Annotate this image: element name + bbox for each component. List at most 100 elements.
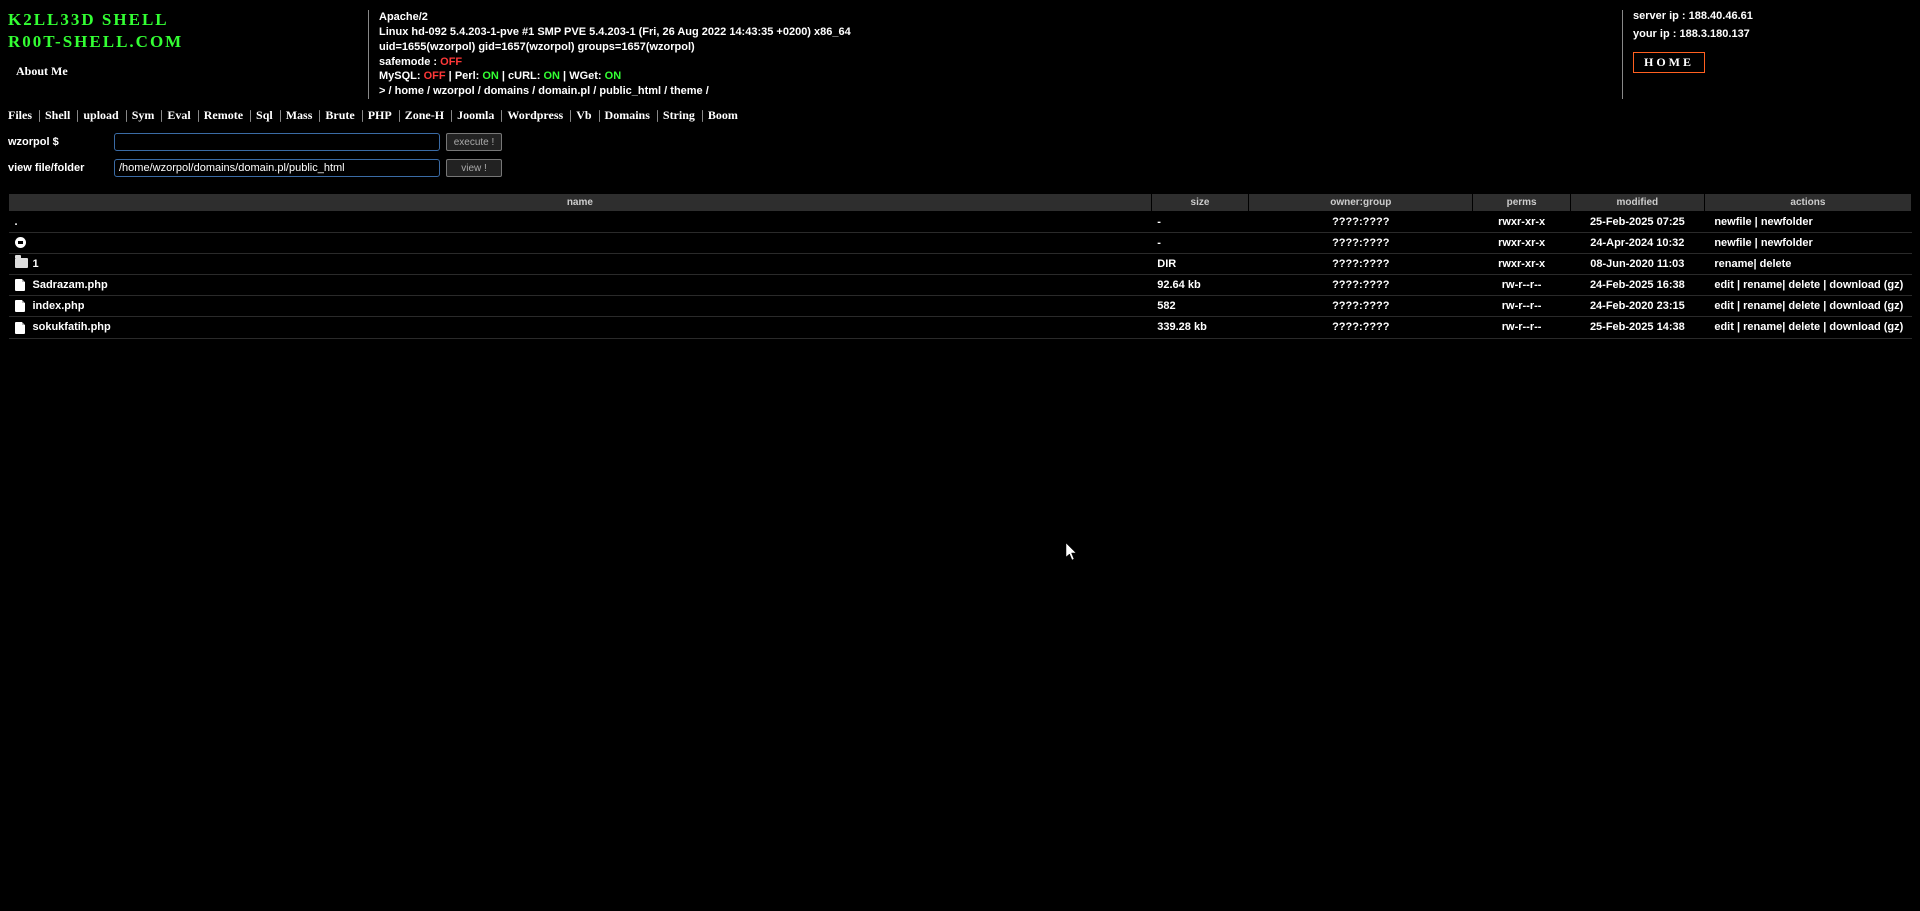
- file-perms: rw-r--r--: [1473, 296, 1570, 317]
- file-owner: ????:????: [1249, 275, 1473, 296]
- cmd-prompt-label: wzorpol $: [8, 136, 114, 148]
- path-segment[interactable]: wzorpol: [433, 85, 475, 97]
- about-me-link[interactable]: About Me: [16, 64, 368, 79]
- action-download--gz-[interactable]: download (gz): [1829, 321, 1903, 333]
- file-perms: rwxr-xr-x: [1473, 254, 1570, 275]
- action-edit[interactable]: edit: [1714, 279, 1734, 291]
- menu-item-upload[interactable]: upload: [83, 108, 118, 122]
- view-button[interactable]: view !: [446, 159, 502, 177]
- menu-separator: [501, 110, 502, 122]
- action-rename[interactable]: rename: [1743, 279, 1782, 291]
- col-header-size: size: [1151, 194, 1248, 212]
- menu-item-php[interactable]: PHP: [368, 108, 392, 122]
- os-info: Linux hd-092 5.4.203-1-pve #1 SMP PVE 5.…: [379, 25, 1622, 40]
- menu-item-zone-h[interactable]: Zone-H: [405, 108, 444, 122]
- path-segment[interactable]: domain.pl: [538, 85, 590, 97]
- file-owner: ????:????: [1249, 296, 1473, 317]
- cmd-input[interactable]: [114, 133, 440, 151]
- menu-item-brute[interactable]: Brute: [325, 108, 354, 122]
- action-delete[interactable]: delete: [1788, 321, 1820, 333]
- uid-info: uid=1655(wzorpol) gid=1657(wzorpol) grou…: [379, 40, 1622, 55]
- table-row: 1DIR????:????rwxr-xr-x08-Jun-2020 11:03r…: [9, 254, 1912, 275]
- path-segment[interactable]: domains: [484, 85, 529, 97]
- menu-item-boom[interactable]: Boom: [708, 108, 738, 122]
- menu-item-mass[interactable]: Mass: [286, 108, 313, 122]
- file-perms: rw-r--r--: [1473, 317, 1570, 338]
- action-newfolder[interactable]: newfolder: [1761, 237, 1813, 249]
- path-segment[interactable]: public_html: [599, 85, 661, 97]
- menu-item-remote[interactable]: Remote: [204, 108, 243, 122]
- menu-item-vb[interactable]: Vb: [576, 108, 591, 122]
- table-row: -????:????rwxr-xr-x24-Apr-2024 10:32newf…: [9, 233, 1912, 254]
- menu-item-wordpress[interactable]: Wordpress: [507, 108, 563, 122]
- menu-separator: [161, 110, 162, 122]
- mysql-status: OFF: [424, 70, 446, 82]
- file-owner: ????:????: [1249, 254, 1473, 275]
- view-path-input[interactable]: [114, 159, 440, 177]
- file-modified: 25-Feb-2025 14:38: [1570, 317, 1704, 338]
- action-rename[interactable]: rename: [1743, 321, 1782, 333]
- app-title-2: R00T-SHELL.COM: [8, 32, 368, 52]
- menu-item-sql[interactable]: Sql: [256, 108, 273, 122]
- current-dir-link[interactable]: .: [15, 216, 18, 228]
- file-modified: 24-Feb-2020 23:15: [1570, 296, 1704, 317]
- menu-item-sym[interactable]: Sym: [132, 108, 155, 122]
- menu-item-eval[interactable]: Eval: [167, 108, 190, 122]
- menu-item-files[interactable]: Files: [8, 108, 32, 122]
- file-icon: [15, 300, 25, 312]
- action-newfile[interactable]: newfile: [1714, 237, 1751, 249]
- perl-status: ON: [482, 70, 499, 82]
- app-title-1: K2LL33D SHELL: [8, 10, 368, 30]
- action-download--gz-[interactable]: download (gz): [1829, 279, 1903, 291]
- action-newfolder[interactable]: newfolder: [1761, 216, 1813, 228]
- menu-separator: [451, 110, 452, 122]
- file-size: -: [1151, 233, 1248, 254]
- menu-item-domains[interactable]: Domains: [605, 108, 650, 122]
- menu-separator: [250, 110, 251, 122]
- menu-separator: [599, 110, 600, 122]
- main-menu: Files Shell upload Sym Eval Remote Sql Mass Brut…: [0, 104, 1920, 133]
- action-delete[interactable]: delete: [1788, 300, 1820, 312]
- curl-status: ON: [544, 70, 561, 82]
- file-link[interactable]: index.php: [33, 300, 85, 312]
- table-row: sokukfatih.php339.28 kb????:????rw-r--r-…: [9, 317, 1912, 338]
- path-segment[interactable]: theme: [670, 85, 702, 97]
- action-rename[interactable]: rename: [1714, 258, 1753, 270]
- wget-status: ON: [605, 70, 622, 82]
- safemode-status: OFF: [440, 56, 462, 68]
- menu-item-shell[interactable]: Shell: [45, 108, 70, 122]
- action-download--gz-[interactable]: download (gz): [1829, 300, 1903, 312]
- sep: |: [560, 70, 569, 82]
- menu-separator: [570, 110, 571, 122]
- action-rename[interactable]: rename: [1743, 300, 1782, 312]
- execute-button[interactable]: execute !: [446, 133, 502, 151]
- action-edit[interactable]: edit: [1714, 300, 1734, 312]
- file-size: 339.28 kb: [1151, 317, 1248, 338]
- action-edit[interactable]: edit: [1714, 321, 1734, 333]
- col-header-name: name: [9, 194, 1152, 212]
- col-header-modified: modified: [1570, 194, 1704, 212]
- folder-icon: [15, 258, 28, 268]
- menu-item-joomla[interactable]: Joomla: [457, 108, 494, 122]
- sep: |: [499, 70, 508, 82]
- server-ip-label: server ip :: [1633, 10, 1689, 22]
- home-button[interactable]: HOME: [1633, 52, 1705, 73]
- col-header-actions: actions: [1704, 194, 1911, 212]
- file-link[interactable]: Sadrazam.php: [33, 279, 108, 291]
- menu-separator: [319, 110, 320, 122]
- file-link[interactable]: sokukfatih.php: [33, 321, 111, 333]
- file-modified: 24-Apr-2024 10:32: [1570, 233, 1704, 254]
- path-segment[interactable]: home: [395, 85, 424, 97]
- up-arrow-icon[interactable]: [15, 237, 26, 248]
- folder-link[interactable]: 1: [33, 258, 39, 270]
- file-owner: ????:????: [1249, 233, 1473, 254]
- action-delete[interactable]: delete: [1760, 258, 1792, 270]
- file-icon: [15, 279, 25, 291]
- server-software: Apache/2: [379, 10, 1622, 25]
- action-delete[interactable]: delete: [1788, 279, 1820, 291]
- action-newfile[interactable]: newfile: [1714, 216, 1751, 228]
- file-listing-table: name size owner:group perms modified act…: [8, 193, 1912, 338]
- mouse-cursor-icon: [1066, 543, 1078, 561]
- menu-item-string[interactable]: String: [663, 108, 695, 122]
- path-breadcrumb: > / home / wzorpol / domains / domain.pl…: [379, 84, 1622, 99]
